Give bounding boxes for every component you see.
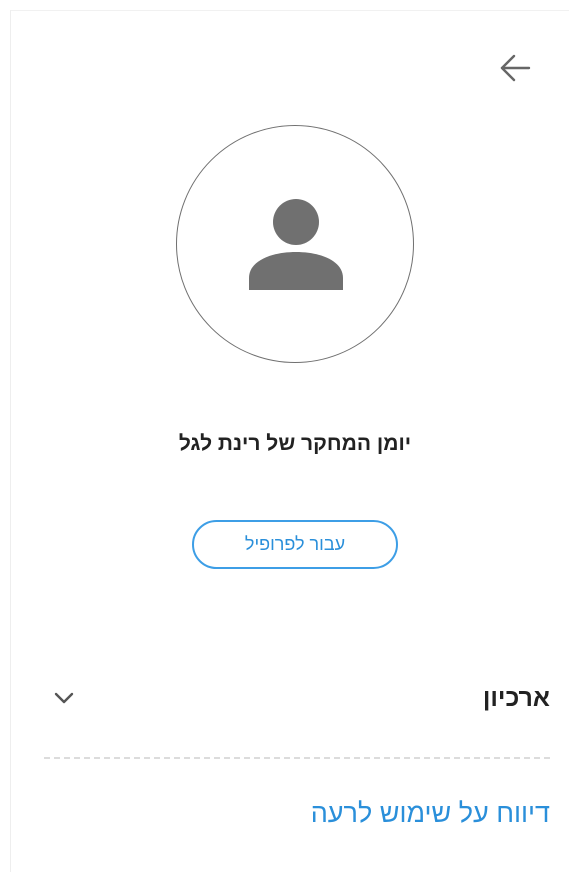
report-abuse-link[interactable]: דיווח על שימוש לרעה bbox=[44, 798, 550, 829]
person-icon bbox=[249, 199, 343, 290]
chevron-down-icon bbox=[44, 678, 84, 718]
profile-button-label: עבור לפרופיל bbox=[244, 534, 346, 554]
journal-title: יומן המחקר של רינת לגל bbox=[178, 432, 412, 455]
arrow-left-icon bbox=[500, 54, 531, 82]
archive-toggle[interactable]: ארכיון bbox=[44, 672, 550, 724]
divider bbox=[44, 757, 550, 759]
archive-label: ארכיון bbox=[482, 683, 550, 712]
back-button[interactable] bbox=[496, 49, 534, 87]
go-to-profile-button[interactable]: עבור לפרופיל bbox=[192, 520, 398, 569]
page: יומן המחקר של רינת לגל עבור לפרופיל ארכי… bbox=[0, 0, 569, 872]
